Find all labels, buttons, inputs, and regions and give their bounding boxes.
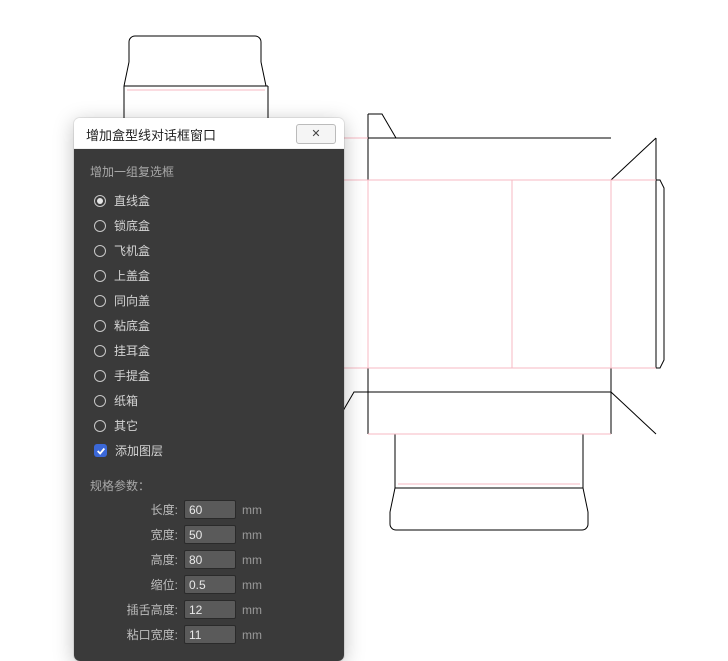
radio-icon (94, 320, 106, 332)
box-type-option[interactable]: 直线盒 (94, 188, 328, 213)
option-label: 直线盒 (114, 192, 150, 209)
checkbox-label: 添加图层 (115, 442, 163, 459)
param-label: 宽度: (90, 526, 184, 543)
param-label: 插舌高度: (90, 601, 184, 618)
param-input[interactable] (184, 625, 236, 644)
option-label: 手提盒 (114, 367, 150, 384)
radio-icon (94, 295, 106, 307)
param-row: 缩位: mm (90, 575, 328, 594)
param-row: 宽度: mm (90, 525, 328, 544)
dialog-body: 增加一组复选框 直线盒锁底盒飞机盒上盖盒同向盖粘底盒挂耳盒手提盒纸箱其它添加图层… (74, 149, 344, 661)
param-row: 长度: mm (90, 500, 328, 519)
box-type-option[interactable]: 锁底盒 (94, 213, 328, 238)
close-icon: ✕ (311, 127, 320, 141)
box-type-option[interactable]: 上盖盒 (94, 263, 328, 288)
box-type-option[interactable]: 飞机盒 (94, 238, 328, 263)
param-unit: mm (242, 553, 262, 567)
radio-group-label: 增加一组复选框 (90, 163, 328, 180)
param-label: 高度: (90, 551, 184, 568)
radio-icon (94, 370, 106, 382)
option-label: 其它 (114, 417, 138, 434)
box-type-option[interactable]: 粘底盒 (94, 313, 328, 338)
option-label: 粘底盒 (114, 317, 150, 334)
box-type-option[interactable]: 手提盒 (94, 363, 328, 388)
radio-icon (94, 420, 106, 432)
param-input[interactable] (184, 500, 236, 519)
option-label: 锁底盒 (114, 217, 150, 234)
box-type-option[interactable]: 同向盖 (94, 288, 328, 313)
param-unit: mm (242, 628, 262, 642)
checkbox-icon (94, 444, 107, 457)
radio-icon (94, 270, 106, 282)
box-type-option[interactable]: 纸箱 (94, 388, 328, 413)
option-label: 同向盖 (114, 292, 150, 309)
radio-icon (94, 220, 106, 232)
params-title: 规格参数： (90, 477, 328, 494)
dialog-title: 增加盒型线对话框窗口 (86, 125, 216, 144)
option-label: 纸箱 (114, 392, 138, 409)
param-label: 长度: (90, 501, 184, 518)
dialog-titlebar[interactable]: 增加盒型线对话框窗口 ✕ (74, 118, 344, 149)
box-type-option[interactable]: 其它 (94, 413, 328, 438)
box-type-radio-group: 直线盒锁底盒飞机盒上盖盒同向盖粘底盒挂耳盒手提盒纸箱其它添加图层 (90, 186, 328, 469)
radio-icon (94, 345, 106, 357)
param-input[interactable] (184, 600, 236, 619)
close-button[interactable]: ✕ (296, 124, 336, 144)
radio-icon (94, 195, 106, 207)
param-row: 插舌高度: mm (90, 600, 328, 619)
param-label: 粘口宽度: (90, 626, 184, 643)
param-unit: mm (242, 503, 262, 517)
radio-icon (94, 395, 106, 407)
param-input[interactable] (184, 550, 236, 569)
option-label: 上盖盒 (114, 267, 150, 284)
option-label: 飞机盒 (114, 242, 150, 259)
box-type-option[interactable]: 挂耳盒 (94, 338, 328, 363)
param-unit: mm (242, 578, 262, 592)
params-section: 规格参数： 长度: mm 宽度: mm 高度: mm 缩位: mm 插舌高度: mm 粘口宽度: mm (90, 477, 328, 644)
param-row: 粘口宽度: mm (90, 625, 328, 644)
box-type-dialog: 增加盒型线对话框窗口 ✕ 增加一组复选框 直线盒锁底盒飞机盒上盖盒同向盖粘底盒挂… (74, 118, 344, 661)
add-layer-checkbox[interactable]: 添加图层 (94, 438, 328, 463)
param-input[interactable] (184, 575, 236, 594)
param-input[interactable] (184, 525, 236, 544)
param-label: 缩位: (90, 576, 184, 593)
option-label: 挂耳盒 (114, 342, 150, 359)
param-unit: mm (242, 603, 262, 617)
param-unit: mm (242, 528, 262, 542)
param-row: 高度: mm (90, 550, 328, 569)
radio-icon (94, 245, 106, 257)
